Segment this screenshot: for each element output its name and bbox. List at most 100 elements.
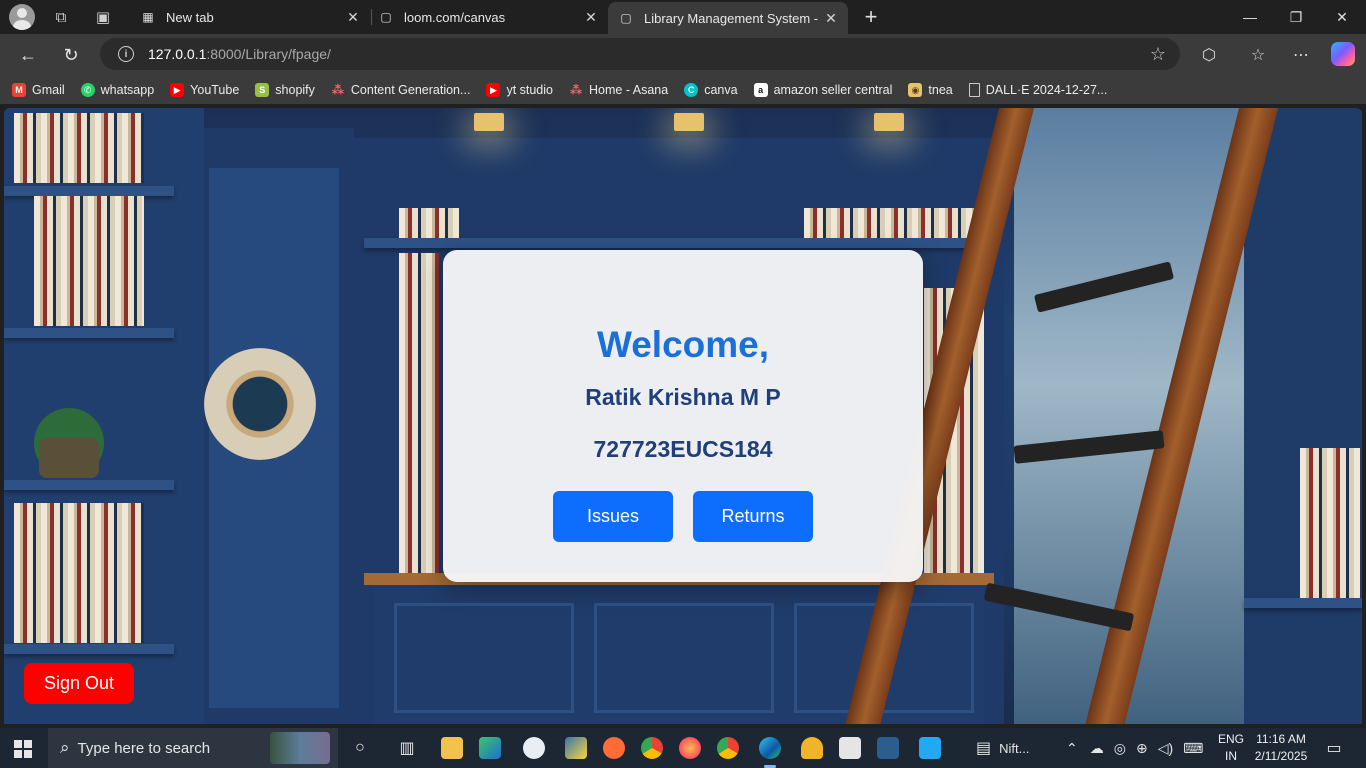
bookmark-label: shopify	[275, 83, 315, 97]
tab-strip: ⧉ ▣ ▦ New tab ✕ ▢ loom.com/canvas ✕ ▢ Li…	[0, 0, 1366, 34]
bookmark-label: amazon seller central	[773, 83, 893, 97]
more-menu-icon[interactable]: ⋯	[1286, 40, 1316, 70]
vscode-icon[interactable]	[916, 734, 944, 762]
search-placeholder: Type here to search	[77, 739, 211, 757]
canva-icon: C	[684, 83, 699, 97]
bookmark-amazon-seller[interactable]: a amazon seller central	[753, 83, 893, 97]
python-idle-icon[interactable]	[836, 734, 864, 762]
chrome-icon[interactable]	[638, 734, 666, 762]
welcome-card: Welcome, Ratik Krishna M P 727723EUCS184…	[443, 250, 923, 582]
windows-start-icon[interactable]	[14, 740, 32, 758]
python-icon[interactable]	[562, 734, 590, 762]
bookmark-label: Home - Asana	[589, 83, 669, 97]
close-icon[interactable]: ✕	[580, 6, 602, 28]
bookmark-content-generation[interactable]: ⁂ Content Generation...	[331, 83, 471, 97]
bookmark-dalle[interactable]: DALL·E 2024-12-27...	[968, 83, 1107, 97]
profile-avatar-icon[interactable]	[9, 4, 35, 30]
welcome-heading: Welcome,	[596, 324, 770, 365]
copilot-icon[interactable]	[1331, 42, 1355, 66]
bookmark-home-asana[interactable]: ⁂ Home - Asana	[569, 83, 668, 97]
language-indicator[interactable]: ENG IN	[1216, 731, 1246, 765]
refresh-button[interactable]: ↻	[56, 40, 86, 70]
tab-loom-canvas[interactable]: ▢ loom.com/canvas ✕	[368, 2, 608, 32]
taskbar-nift-item[interactable]: ▤ Nift...	[976, 728, 1029, 768]
gmail-icon: M	[12, 83, 26, 97]
taskbar-search-box[interactable]: ⌕ Type here to search	[48, 728, 338, 768]
page-icon: ▢	[380, 10, 392, 24]
page-viewport: Welcome, Ratik Krishna M P 727723EUCS184…	[4, 108, 1362, 724]
bookmark-canva[interactable]: Ccanva	[684, 83, 738, 97]
medal-app-icon[interactable]	[798, 734, 826, 762]
tab-library-management[interactable]: ▢ Library Management System - Fac ✕	[608, 2, 848, 34]
issues-button[interactable]: Issues	[553, 491, 673, 542]
newtab-icon: ▦	[142, 10, 154, 24]
search-icon: ⌕	[60, 738, 70, 757]
minimize-button[interactable]: —	[1227, 0, 1273, 34]
keyboard-icon[interactable]: ⌨	[1183, 740, 1203, 757]
globe-icon[interactable]: ⊕	[1136, 740, 1148, 757]
network-off-icon[interactable]: ☁	[1090, 740, 1104, 757]
app-icon[interactable]	[476, 734, 504, 762]
file-explorer-icon[interactable]	[438, 734, 466, 762]
site-info-icon[interactable]: i	[118, 46, 134, 62]
bookmark-yt-studio[interactable]: ▶ yt studio	[486, 83, 553, 97]
chevron-up-icon[interactable]: ⌃	[1066, 740, 1078, 757]
tnea-icon: ◉	[908, 83, 923, 97]
bookmark-label: YouTube	[190, 83, 240, 97]
address-bar[interactable]: i 127.0.0.1:8000/Library/fpage/ ☆	[100, 38, 1180, 70]
page-icon: ▢	[620, 11, 632, 25]
bookmark-shopify[interactable]: Sshopify	[255, 83, 315, 97]
task-view-icon[interactable]: ▥	[393, 734, 421, 762]
tab-title: New tab	[166, 9, 214, 25]
bookmark-label: Gmail	[32, 83, 65, 97]
restore-button[interactable]: ❐	[1273, 0, 1319, 34]
bookmark-label: Content Generation...	[350, 83, 471, 97]
camera-icon[interactable]: ◎	[1114, 740, 1126, 757]
bookmark-label: tnea	[928, 83, 953, 97]
bookmarks-bar: M Gmail ✆ whatsapp ▶ YouTube Sshopify ⁂ Cont…	[0, 76, 1366, 104]
new-tab-button[interactable]: +	[858, 4, 884, 30]
tab-new-tab[interactable]: ▦ New tab ✕	[130, 2, 370, 32]
mysql-workbench-icon[interactable]	[874, 734, 902, 762]
tab-actions-icon[interactable]: ▣	[90, 4, 116, 30]
workspaces-icon[interactable]: ⧉	[48, 4, 74, 30]
extensions-icon[interactable]: ⬡	[1194, 40, 1224, 70]
volume-icon[interactable]: ◁)	[1158, 740, 1173, 757]
user-id: 727723EUCS184	[593, 436, 773, 462]
amazon-icon: a	[753, 83, 768, 97]
bookmark-label: canva	[704, 83, 738, 97]
whatsapp-icon: ✆	[80, 83, 95, 97]
clock-time: 11:16 AM	[1256, 732, 1306, 746]
edge-icon[interactable]	[756, 734, 784, 768]
asana-icon: ⁂	[331, 83, 345, 97]
bookmark-youtube[interactable]: ▶ YouTube	[170, 83, 239, 97]
back-button[interactable]: ←	[13, 40, 43, 70]
close-icon[interactable]: ✕	[820, 7, 842, 29]
lang-bottom: IN	[1225, 749, 1237, 763]
favorites-icon[interactable]: ☆	[1243, 40, 1273, 70]
bookmark-gmail[interactable]: M Gmail	[12, 83, 65, 97]
tab-title: Library Management System - Fac	[644, 10, 820, 26]
cortana-icon[interactable]: ○	[346, 734, 374, 762]
notification-icon[interactable]: ▭	[1320, 734, 1348, 762]
url-host: 127.0.0.1	[148, 46, 207, 62]
bookmark-whatsapp[interactable]: ✆ whatsapp	[80, 83, 154, 97]
sign-out-button[interactable]: Sign Out	[24, 663, 134, 704]
favorite-star-icon[interactable]: ☆	[1150, 44, 1166, 65]
asana-icon: ⁂	[569, 83, 583, 97]
url-text: 127.0.0.1:8000/Library/fpage/	[148, 46, 331, 62]
close-window-button[interactable]: ✕	[1319, 0, 1365, 34]
bookmark-tnea[interactable]: ◉ tnea	[908, 83, 953, 97]
paint-icon[interactable]	[520, 734, 548, 762]
close-icon[interactable]: ✕	[342, 6, 364, 28]
postman-icon[interactable]	[600, 734, 628, 762]
returns-button[interactable]: Returns	[693, 491, 813, 542]
firefox-icon[interactable]	[676, 734, 704, 762]
taskbar-clock[interactable]: 11:16 AM 2/11/2025	[1246, 731, 1316, 765]
lang-top: ENG	[1217, 732, 1244, 746]
chrome-profile-icon[interactable]	[714, 734, 742, 762]
nift-label: Nift...	[999, 740, 1030, 756]
windows-taskbar: ⌕ Type here to search ○ ▥ ▤ Nift... ⌃ ☁ …	[0, 728, 1366, 768]
search-highlight-image	[270, 732, 330, 764]
shopify-icon: S	[255, 83, 270, 97]
